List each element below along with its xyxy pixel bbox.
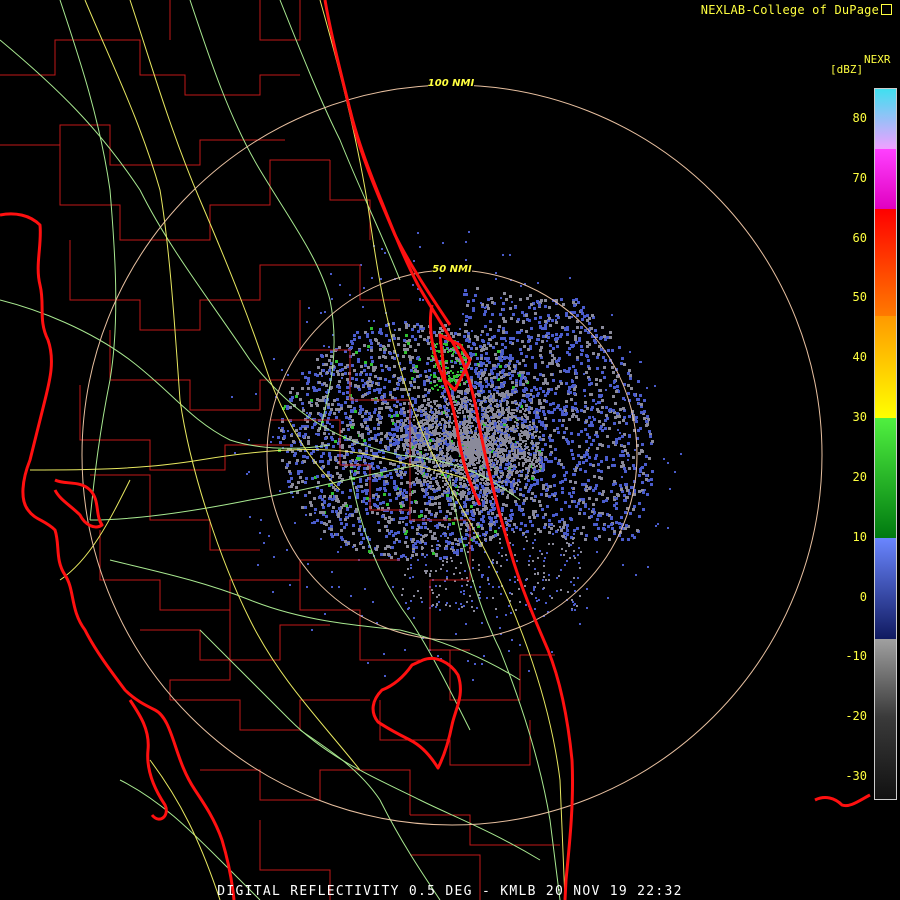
range-ring-labels: 100 NMI 50 NMI xyxy=(428,76,475,275)
color-scale-segment xyxy=(875,316,896,419)
color-scale-tick-label: 40 xyxy=(852,350,867,365)
radar-site-marker xyxy=(451,451,459,459)
color-scale-tick-label: -30 xyxy=(845,769,867,784)
color-scale-tick-label: 0 xyxy=(859,589,867,604)
color-scale-tick-label: -20 xyxy=(845,709,867,724)
legend-product-label: NEXR xyxy=(864,53,891,66)
color-scale-segment xyxy=(875,418,896,538)
product-footer: DIGITAL REFLECTIVITY 0.5 DEG - KMLB 20 N… xyxy=(217,884,683,899)
color-scale-tick-label: -10 xyxy=(845,649,867,664)
color-scale-segment xyxy=(875,537,896,640)
color-scale-tick-label: 10 xyxy=(852,529,867,544)
color-scale-tick-label: 80 xyxy=(852,110,867,125)
color-scale-segment xyxy=(875,639,896,718)
color-scale-tick-label: 20 xyxy=(852,469,867,484)
credit-label: NEXLAB-College of DuPage xyxy=(701,3,892,17)
credit-text: NEXLAB-College of DuPage xyxy=(700,3,879,17)
color-scale-tick-label: 30 xyxy=(852,410,867,425)
color-scale-segment xyxy=(875,89,896,149)
color-scale-segment xyxy=(875,717,896,799)
color-scale-bar xyxy=(874,88,897,800)
radar-map: 100 NMI 50 NMI xyxy=(0,0,871,900)
color-scale-tick-label: 70 xyxy=(852,170,867,185)
ring-label-50: 50 NMI xyxy=(432,264,472,275)
color-scale-segment xyxy=(875,208,896,317)
legend-unit-label: [dBZ] xyxy=(830,63,864,76)
ring-label-100: 100 NMI xyxy=(428,78,475,89)
color-scale-segment xyxy=(875,148,896,209)
color-scale-tick-label: 50 xyxy=(852,290,867,305)
logo-icon xyxy=(881,4,892,15)
color-scale-tick-label: 60 xyxy=(852,230,867,245)
